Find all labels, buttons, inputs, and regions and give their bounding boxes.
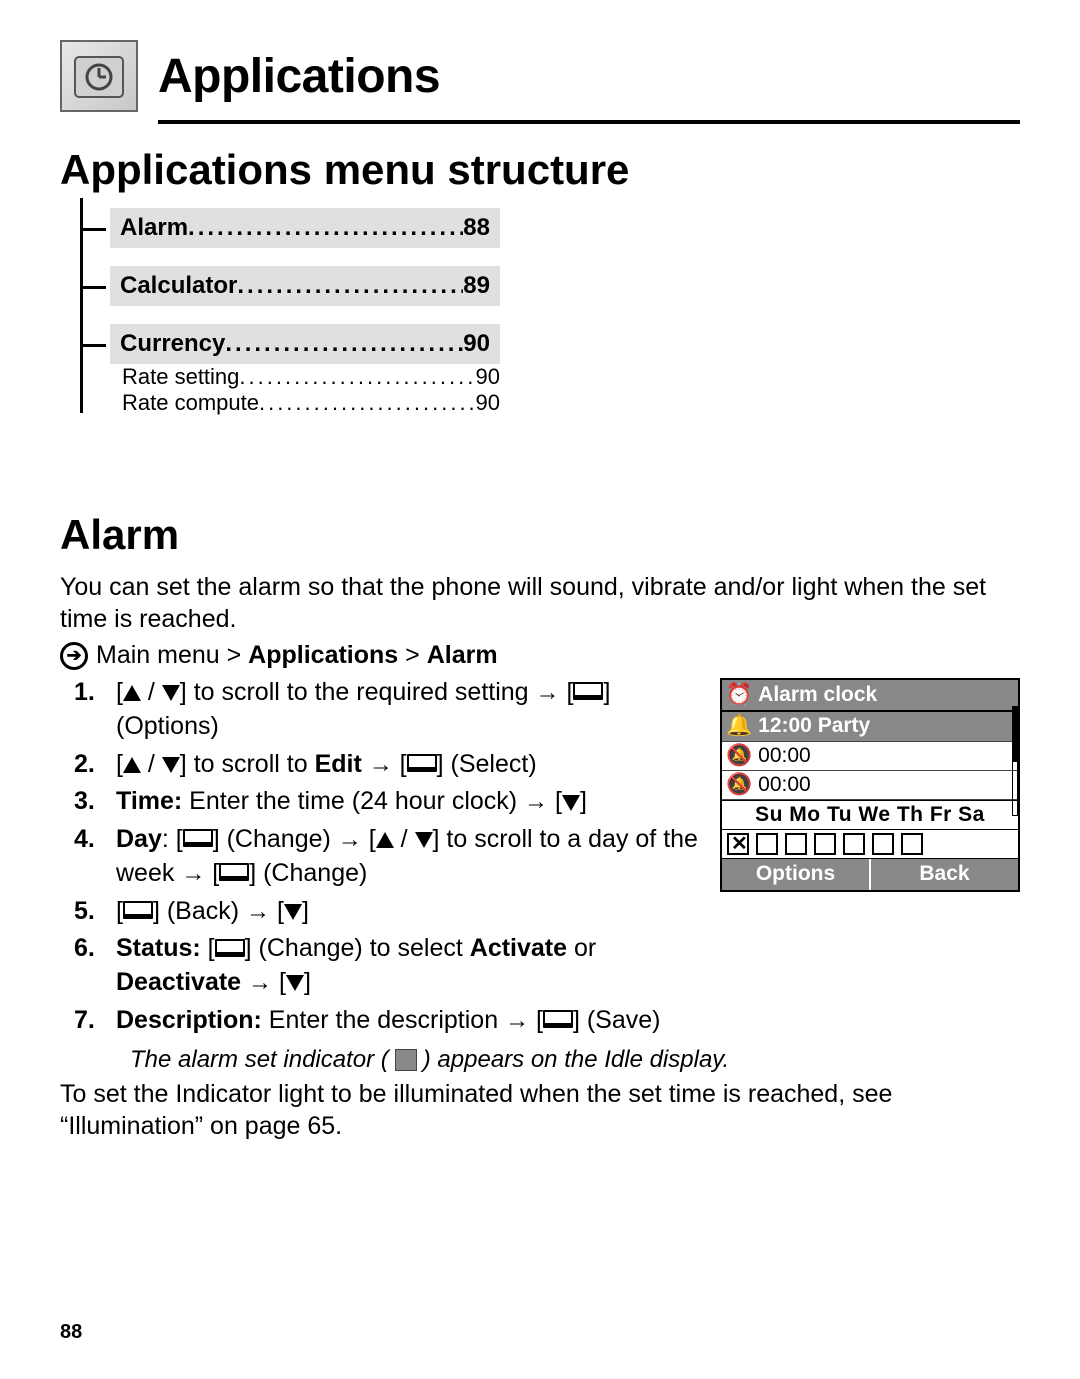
scrollbar-icon <box>1012 706 1018 816</box>
horizontal-rule <box>158 120 1020 124</box>
checkbox-checked-icon <box>727 833 749 855</box>
checkbox-icon <box>756 833 778 855</box>
step-2: [ / ] to scroll to Edit → [] (Select) <box>60 748 700 782</box>
tree-page: 89 <box>463 272 490 300</box>
tree-item-calculator: Calculator .............................… <box>80 266 500 306</box>
softkey-icon <box>219 863 249 881</box>
alarm-title-icon: ⏰ <box>726 682 752 708</box>
softkey-icon <box>407 754 437 772</box>
phone-days-row: Su Mo Tu We Th Fr Sa <box>722 800 1018 830</box>
down-arrow-icon <box>415 832 433 848</box>
checkbox-icon <box>785 833 807 855</box>
bell-icon: 🔔 <box>726 713 752 739</box>
alarm-indicator-icon <box>395 1049 417 1071</box>
bell-off-icon: 🔕 <box>726 772 752 798</box>
page-number: 88 <box>60 1321 82 1344</box>
softkey-icon <box>123 901 153 919</box>
section-title-menu-structure: Applications menu structure <box>60 146 1020 194</box>
tree-item-currency: Currency ...............................… <box>80 324 500 416</box>
tree-sub-rate-compute: Rate compute ...........................… <box>110 390 500 416</box>
tree-label: Calculator <box>120 272 237 300</box>
checkbox-icon <box>872 833 894 855</box>
nav-arrow-icon: ➔ <box>60 642 88 670</box>
down-arrow-icon <box>286 975 304 991</box>
checkbox-icon <box>814 833 836 855</box>
step-3: Time: Enter the time (24 hour clock) → [… <box>60 785 700 819</box>
down-arrow-icon <box>284 904 302 920</box>
softkey-icon <box>215 939 245 957</box>
down-arrow-icon <box>562 795 580 811</box>
alarm-intro: You can set the alarm so that the phone … <box>60 571 1020 635</box>
phone-day-checkboxes <box>722 830 1018 859</box>
up-arrow-icon <box>123 685 141 701</box>
steps-list: [ / ] to scroll to the required setting … <box>60 676 700 1042</box>
step-6: Status: [] (Change) to select Activate o… <box>60 932 700 1000</box>
tree-page: 90 <box>463 330 490 358</box>
phone-row-selected: 🔔12:00 Party <box>722 712 1018 741</box>
up-arrow-icon <box>376 832 394 848</box>
menu-tree: Alarm ..................................… <box>80 208 500 416</box>
phone-softkey-left: Options <box>722 859 871 889</box>
outro-para: To set the Indicator light to be illumin… <box>60 1078 1020 1142</box>
applications-icon <box>60 40 138 112</box>
step-5: [] (Back) → [] <box>60 895 700 929</box>
softkey-icon <box>183 829 213 847</box>
section-title-alarm: Alarm <box>60 511 1020 559</box>
phone-softkey-right: Back <box>871 859 1018 889</box>
navigation-path: ➔ Main menu > Applications > Alarm <box>60 641 1020 670</box>
softkey-icon <box>543 1010 573 1028</box>
down-arrow-icon <box>162 685 180 701</box>
alarm-note: The alarm set indicator ( ) appears on t… <box>60 1046 1020 1074</box>
phone-screenshot: ⏰Alarm clock 🔔12:00 Party 🔕00:00 🔕00:00 … <box>720 676 1020 892</box>
phone-row: 🔕00:00 <box>722 771 1018 800</box>
bell-off-icon: 🔕 <box>726 743 752 769</box>
step-7: Description: Enter the description → [] … <box>60 1004 700 1038</box>
tree-page: 88 <box>463 214 490 242</box>
tree-label: Currency <box>120 330 225 358</box>
phone-title: Alarm clock <box>758 682 877 708</box>
tree-label: Alarm <box>120 214 188 242</box>
checkbox-icon <box>901 833 923 855</box>
step-1: [ / ] to scroll to the required setting … <box>60 676 700 744</box>
up-arrow-icon <box>123 757 141 773</box>
down-arrow-icon <box>162 757 180 773</box>
tree-sub-rate-setting: Rate setting ...........................… <box>110 364 500 390</box>
chapter-title: Applications <box>158 49 440 104</box>
tree-item-alarm: Alarm ..................................… <box>80 208 500 248</box>
step-4: Day: [] (Change) → [ / ] to scroll to a … <box>60 823 700 891</box>
chapter-header: Applications <box>60 40 1020 112</box>
phone-softkeys: Options Back <box>722 859 1018 889</box>
softkey-icon <box>573 682 603 700</box>
phone-row: 🔕00:00 <box>722 742 1018 771</box>
checkbox-icon <box>843 833 865 855</box>
